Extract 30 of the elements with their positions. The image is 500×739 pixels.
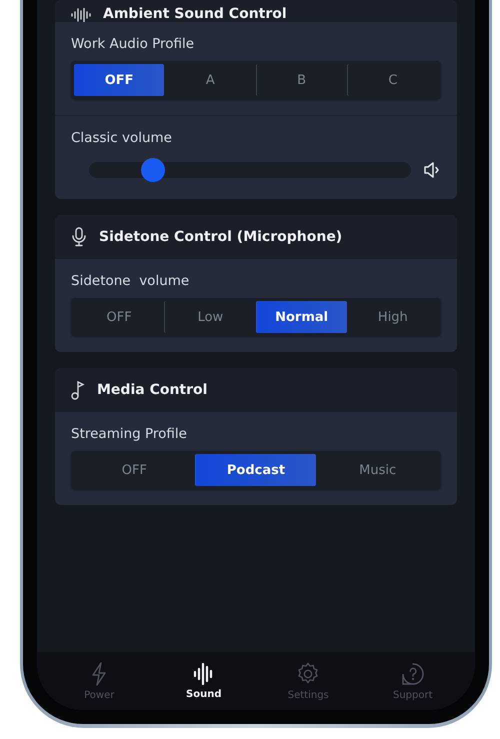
segment-option[interactable]: OFF bbox=[74, 301, 164, 333]
control-label: Classic volume bbox=[71, 130, 173, 146]
tab-bar-item[interactable]: Settings bbox=[256, 662, 360, 700]
segment-option[interactable]: C bbox=[346, 64, 438, 96]
segment-option[interactable]: Normal bbox=[256, 301, 347, 333]
segment-option[interactable]: High bbox=[346, 301, 438, 333]
help-bubble-icon bbox=[400, 662, 425, 686]
section-title: Ambient Sound Control bbox=[103, 6, 287, 22]
tab-bar-item[interactable]: Power bbox=[47, 662, 152, 700]
tab-bar-item[interactable]: Sound bbox=[152, 662, 256, 700]
speaker-icon[interactable] bbox=[423, 161, 441, 179]
music-note-icon bbox=[71, 380, 85, 400]
segment-option[interactable]: A bbox=[164, 64, 256, 96]
section-title: Media Control bbox=[97, 382, 208, 398]
gear-icon bbox=[296, 662, 320, 686]
control-label: Sidetone volume bbox=[71, 273, 190, 289]
segment-option[interactable]: Music bbox=[316, 454, 438, 486]
sound-wave-icon bbox=[71, 8, 91, 22]
slider-thumb[interactable] bbox=[141, 158, 166, 182]
lightning-icon bbox=[91, 662, 108, 686]
sound-wave-icon bbox=[192, 662, 215, 684]
tab-bar-item[interactable]: Support bbox=[360, 662, 465, 700]
segment-option[interactable]: OFF bbox=[74, 454, 195, 486]
segment-option[interactable]: Podcast bbox=[194, 454, 316, 486]
segment-option[interactable]: OFF bbox=[74, 64, 164, 96]
microphone-icon bbox=[71, 227, 87, 247]
control-label: Streaming Profile bbox=[71, 426, 188, 442]
section-title: Sidetone Control (Microphone) bbox=[99, 229, 342, 245]
segment-option[interactable]: B bbox=[256, 64, 347, 96]
control-label: Work Audio Profile bbox=[71, 36, 196, 52]
